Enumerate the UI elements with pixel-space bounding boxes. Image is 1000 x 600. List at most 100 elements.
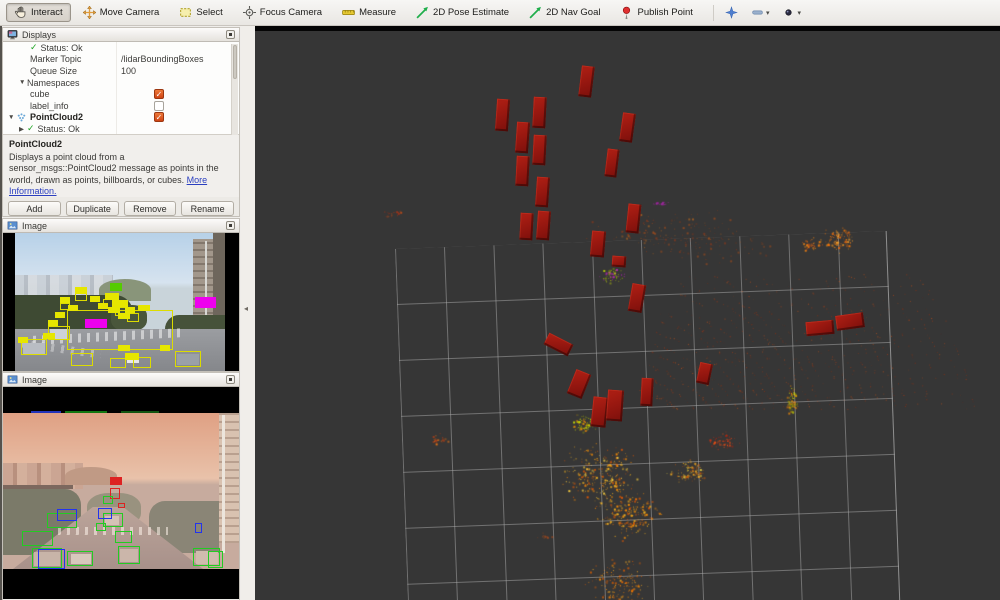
white-pole [222, 415, 225, 553]
tool-measure[interactable]: Measure [334, 3, 404, 22]
description-title: PointCloud2 [9, 139, 233, 151]
detection-box [98, 508, 112, 519]
expander-open-icon[interactable]: ▼ [19, 79, 27, 86]
toolbar-extra-dot-button[interactable]: ▾ [779, 4, 804, 21]
tree-row-cube[interactable]: cube ✓ [3, 88, 239, 100]
detection-box [160, 345, 170, 351]
tree-label: Status: Ok [38, 124, 80, 134]
tool-2d-pose-estimate[interactable]: 2D Pose Estimate [408, 3, 517, 22]
close-icon[interactable] [226, 221, 235, 230]
image-icon [7, 374, 18, 385]
detection-box [68, 305, 78, 311]
toolbar-tools: InteractMove CameraSelect Focus CameraMea… [6, 3, 705, 22]
crosswalk-3 [58, 527, 168, 535]
detection-box [125, 307, 135, 313]
detection-box [112, 300, 128, 307]
detection-box [67, 551, 93, 566]
tool-2d-nav-goal[interactable]: 2D Nav Goal [521, 3, 608, 22]
detection-box [115, 531, 132, 543]
duplicate-button[interactable]: Duplicate [66, 201, 119, 216]
toolbar: InteractMove CameraSelect Focus CameraMea… [0, 0, 1000, 26]
chevron-down-icon: ▾ [766, 9, 770, 17]
image-panel-2-titlebar[interactable]: Image [3, 373, 239, 387]
goal-icon [529, 6, 542, 19]
tree-label: PointCloud2 [30, 112, 83, 122]
checkbox-checked[interactable]: ✓ [154, 112, 164, 122]
detection-box [195, 297, 216, 308]
add-button[interactable]: Add [8, 201, 61, 216]
building-far-right [213, 233, 225, 325]
image-panel-1: Image [2, 218, 240, 372]
detection-box [105, 293, 119, 300]
checkbox-checked[interactable]: ✓ [154, 89, 164, 99]
tree-row-queue-size[interactable]: Queue Size100 [3, 65, 239, 77]
close-icon[interactable] [226, 375, 235, 384]
rename-button[interactable]: Rename [181, 201, 234, 216]
tree-row-label-info[interactable]: label_info [3, 100, 239, 112]
lidar-bounding-box [532, 135, 547, 166]
tool-interact[interactable]: Interact [6, 3, 71, 22]
lidar-bounding-box [535, 177, 550, 208]
plus-icon [725, 6, 738, 19]
camera-photo-1 [15, 233, 225, 371]
focus-icon [243, 6, 256, 19]
tool-publish-point[interactable]: Publish Point [612, 3, 700, 22]
remove-button[interactable]: Remove [124, 201, 177, 216]
displays-icon [7, 29, 18, 40]
checkbox-unchecked[interactable] [154, 101, 164, 111]
display-description: PointCloud2 Displays a point cloud from … [3, 135, 239, 197]
detection-box [110, 358, 126, 368]
lidar-bounding-box [495, 99, 510, 132]
toolbar-extra-plus-button[interactable] [722, 4, 741, 21]
detection-box [57, 509, 77, 521]
detection-box [75, 293, 87, 301]
detection-box [18, 337, 28, 343]
tree-value: /lidarBoundingBoxes [121, 54, 204, 64]
measure-icon [342, 6, 355, 19]
detection-box [75, 287, 87, 294]
tree-row-pointcloud2[interactable]: ▼ PointCloud2 ✓ [3, 112, 239, 124]
tool-select[interactable]: Select [171, 3, 230, 22]
lidar-bounding-box [515, 122, 530, 154]
detection-box [110, 283, 122, 291]
detection-box [118, 503, 125, 508]
tree-label: Namespaces [27, 78, 80, 88]
tree-row-status-ok[interactable]: ▶✓Status: Ok [3, 123, 239, 135]
hand-icon [14, 6, 27, 19]
tree-label: cube [30, 89, 50, 99]
detection-box [85, 319, 107, 328]
tree-row-namespaces[interactable]: ▼Namespaces [3, 77, 239, 89]
tree-row-status-ok[interactable]: ✓Status: Ok [3, 42, 239, 54]
3d-viewport[interactable] [255, 26, 1000, 600]
window-left-edge [0, 26, 2, 600]
camera-photo-2 [3, 413, 239, 569]
image-panel-1-titlebar[interactable]: Image [3, 219, 239, 233]
tree-row-marker-topic[interactable]: Marker Topic/lidarBoundingBoxes [3, 54, 239, 66]
tool-focus-camera[interactable]: Focus Camera [235, 3, 330, 22]
detection-box [90, 296, 100, 302]
lidar-bounding-box [536, 211, 551, 241]
detection-box [96, 523, 106, 531]
lidar-bounding-box [515, 156, 530, 187]
detection-box [138, 305, 150, 311]
lidar-bounding-box [612, 256, 627, 268]
tree-scrollbar[interactable] [231, 44, 238, 135]
detection-box [110, 477, 122, 485]
detection-box [43, 333, 55, 339]
splitter-collapse-icon[interactable]: ◂ [244, 304, 248, 313]
lidar-bounding-box [590, 230, 606, 257]
detection-box [71, 353, 93, 366]
pin-icon [620, 6, 633, 19]
tool-move-camera[interactable]: Move Camera [75, 3, 168, 22]
status-ok-check-icon: ✓ [27, 123, 35, 134]
displays-panel-titlebar[interactable]: Displays [3, 28, 239, 42]
close-icon[interactable] [226, 30, 235, 39]
lidar-bounding-box [519, 213, 533, 241]
tree-label: Status: Ok [41, 43, 83, 53]
expander-open-icon[interactable]: ▼ [8, 114, 16, 121]
lidar-bounding-box [805, 320, 834, 336]
displays-panel-title: Displays [22, 30, 222, 40]
expander-closed-icon[interactable]: ▶ [19, 125, 27, 133]
panel-splitter[interactable]: ◂ [241, 26, 255, 600]
toolbar-extra-dash-button[interactable]: ▾ [748, 4, 773, 21]
